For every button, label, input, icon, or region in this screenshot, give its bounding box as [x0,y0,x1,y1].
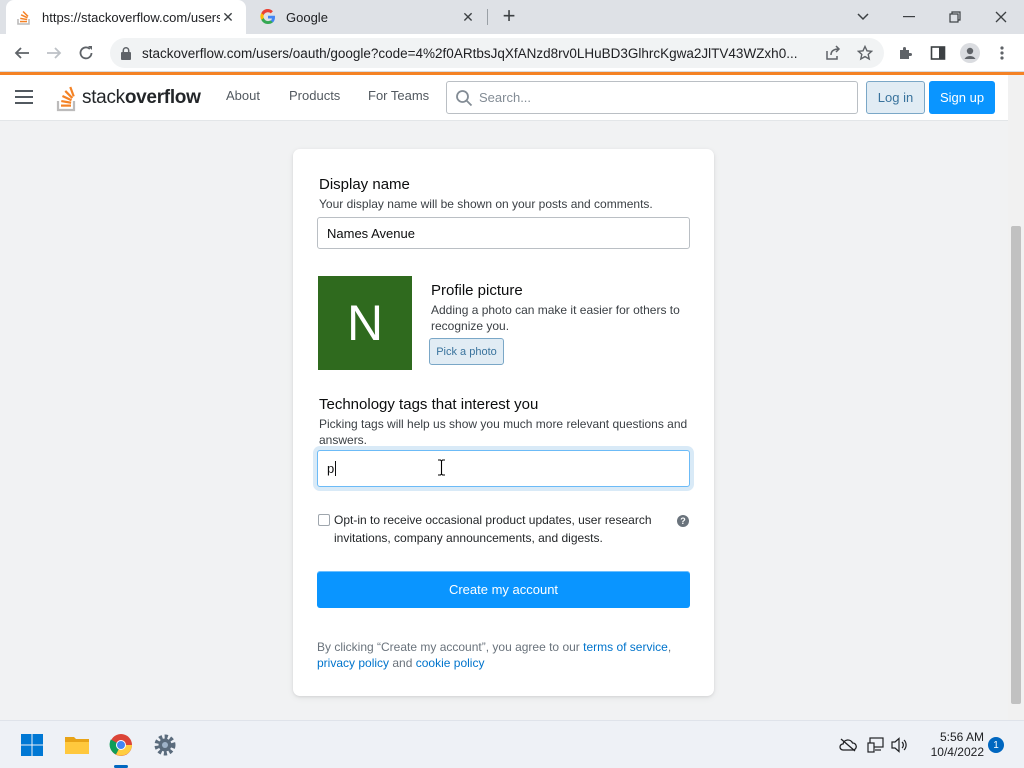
so-header: stackoverflow About Products For Teams S… [0,75,1008,121]
display-name-label: Display name [319,176,410,193]
terms-prefix: By clicking “Create my account”, you agr… [317,640,580,654]
hamburger-menu-icon[interactable] [15,90,33,104]
system-clock[interactable]: 5:56 AM 10/4/2022 [914,730,984,760]
nav-products[interactable]: Products [289,88,340,103]
tab-google[interactable]: Google ✕ [250,0,486,34]
terms-of-service-link[interactable]: terms of service [583,640,668,654]
new-tab-icon[interactable]: + [498,5,520,27]
signup-button[interactable]: Sign up [929,81,995,114]
close-window-icon[interactable] [978,0,1024,34]
terms-and: and [392,656,413,670]
clock-date: 10/4/2022 [930,745,984,759]
file-explorer-icon[interactable] [61,729,93,761]
tab-title: https://stackoverflow.com/users/oauth/go… [42,9,220,25]
logo-wordmark: stackoverflow [82,87,201,108]
text-cursor-icon [438,459,445,476]
search-placeholder: Search... [479,90,532,105]
pick-photo-button[interactable]: Pick a photo [429,338,504,365]
browser-toolbar: stackoverflow.com/users/oauth/google?cod… [0,34,1024,72]
help-icon[interactable]: ? [677,515,689,527]
minimize-icon[interactable] [886,0,932,34]
onedrive-offline-icon[interactable] [838,735,858,755]
terms-text: By clicking “Create my account”, you agr… [317,640,672,670]
reload-icon[interactable] [74,41,98,65]
settings-gear-icon[interactable] [149,729,181,761]
create-account-button[interactable]: Create my account [317,571,690,608]
tags-description: Picking tags will help us show you much … [319,417,688,447]
back-icon[interactable] [10,41,34,65]
clock-time: 5:56 AM [939,730,984,744]
chrome-taskbar-icon[interactable] [105,729,137,761]
notification-badge[interactable]: 1 [988,737,1004,753]
nav-for-teams[interactable]: For Teams [368,88,429,103]
privacy-policy-link[interactable]: privacy policy [317,656,389,670]
side-panel-icon[interactable] [926,41,950,65]
address-bar[interactable]: stackoverflow.com/users/oauth/google?cod… [110,38,884,68]
profile-picture-label: Profile picture [431,282,523,299]
display-name-value: Names Avenue [327,225,415,241]
profile-picture-description: Adding a photo can make it easier for ot… [431,303,680,333]
tab-stackoverflow[interactable]: https://stackoverflow.com/users/oauth/go… [6,0,246,34]
stackoverflow-favicon-icon [16,9,32,25]
cookie-policy-link[interactable]: cookie policy [416,656,485,670]
profile-avatar-icon[interactable] [958,41,982,65]
network-icon[interactable] [866,735,886,755]
tab-close-icon[interactable]: ✕ [220,9,236,25]
restore-icon[interactable] [932,0,978,34]
share-icon[interactable] [822,42,844,64]
forward-icon[interactable] [42,41,66,65]
nav-about[interactable]: About [226,88,260,103]
tags-label: Technology tags that interest you [319,396,539,413]
tags-input[interactable]: p [317,450,690,487]
text-caret [335,461,337,476]
avatar: N [318,276,412,370]
login-button[interactable]: Log in [866,81,925,114]
tab-title: Google [286,9,328,25]
windows-start-icon[interactable] [16,729,48,761]
display-name-description: Your display name will be shown on your … [319,197,653,211]
extensions-icon[interactable] [894,41,918,65]
bookmark-star-icon[interactable] [854,42,876,64]
tab-search-icon[interactable] [840,0,886,34]
volume-icon[interactable] [890,735,910,755]
stackoverflow-logo-icon [56,86,76,111]
scrollbar-thumb[interactable] [1011,226,1021,704]
lock-icon[interactable] [118,45,134,61]
tab-close-icon[interactable]: ✕ [460,9,476,25]
stackoverflow-logo[interactable]: stackoverflow [56,83,201,113]
url-text: stackoverflow.com/users/oauth/google?cod… [142,45,798,61]
taskbar: 5:56 AM 10/4/2022 1 [0,720,1024,768]
tab-separator [487,9,488,25]
chrome-menu-icon[interactable] [990,41,1014,65]
google-favicon-icon [260,9,276,25]
tab-strip: https://stackoverflow.com/users/oauth/go… [0,0,1024,34]
display-name-input[interactable]: Names Avenue [317,217,690,249]
optin-label[interactable]: Opt-in to receive occasional product upd… [334,511,664,547]
optin-checkbox[interactable] [318,514,330,526]
search-icon [456,89,473,106]
search-input[interactable]: Search... [446,81,858,114]
tags-input-value: p [327,461,335,476]
